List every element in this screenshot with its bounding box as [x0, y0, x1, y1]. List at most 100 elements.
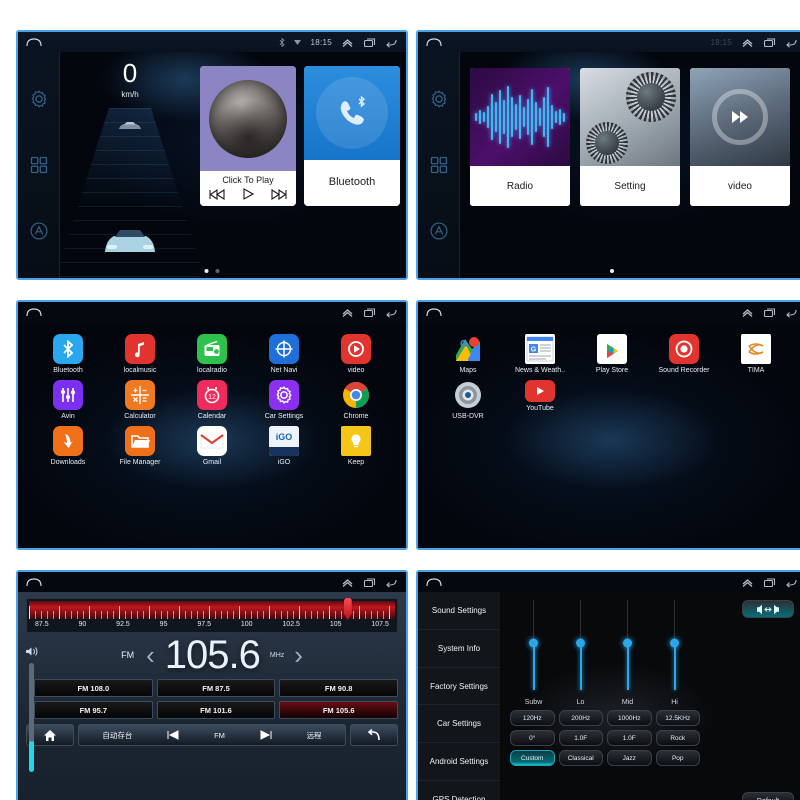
- eq-slider-lo[interactable]: Lo: [557, 600, 604, 708]
- back-icon[interactable]: [385, 577, 398, 588]
- app-avin[interactable]: Avin: [32, 380, 104, 420]
- eq-button-1000hz[interactable]: 1000Hz: [607, 710, 652, 726]
- sidebar-item-gps-detection[interactable]: GPS Detection: [418, 781, 500, 800]
- back-button[interactable]: [350, 724, 398, 746]
- home-icon[interactable]: [26, 577, 42, 587]
- remote-button[interactable]: 远程: [307, 730, 322, 741]
- sidebar-item-android-settings[interactable]: Android Settings: [418, 743, 500, 782]
- gear-icon[interactable]: [429, 89, 449, 109]
- recents-icon[interactable]: [363, 307, 376, 318]
- app-tima[interactable]: TIMA: [720, 334, 792, 374]
- apps-grid-icon[interactable]: [429, 155, 449, 175]
- tuner-bar[interactable]: [29, 598, 395, 620]
- next-icon[interactable]: [271, 188, 287, 200]
- app-sound-recorder[interactable]: Sound Recorder: [648, 334, 720, 374]
- chevron-up-icon[interactable]: [741, 37, 754, 48]
- tile-setting[interactable]: Setting: [580, 68, 680, 206]
- chevron-up-icon[interactable]: [341, 577, 354, 588]
- app-keep[interactable]: Keep: [320, 426, 392, 466]
- slider-knob[interactable]: [670, 638, 679, 648]
- volume-control[interactable]: [24, 646, 38, 772]
- home-icon[interactable]: [426, 37, 442, 47]
- preset-button[interactable]: FM 95.7: [34, 701, 153, 719]
- page-dot[interactable]: [204, 269, 209, 273]
- home-icon[interactable]: [26, 37, 42, 47]
- gear-icon[interactable]: [29, 89, 49, 109]
- preset-button[interactable]: FM 87.5: [156, 679, 276, 697]
- app-usb-dvr[interactable]: USB-DVR: [432, 380, 504, 420]
- recents-icon[interactable]: [763, 577, 776, 588]
- app-localradio[interactable]: localradio: [176, 334, 248, 374]
- apps-grid-icon[interactable]: [29, 155, 49, 175]
- eq-button-12-5khz[interactable]: 12.5KHz: [655, 710, 700, 726]
- preset-button[interactable]: FM 108.0: [34, 679, 153, 697]
- page-dot[interactable]: [610, 269, 614, 273]
- chevron-up-icon[interactable]: [741, 577, 754, 588]
- android-circle-icon[interactable]: [429, 221, 449, 241]
- eq-slider-hi[interactable]: Hi: [651, 600, 698, 708]
- eq-button-custom[interactable]: Custom: [510, 750, 555, 766]
- balance-button[interactable]: [742, 600, 794, 618]
- app-news-weather[interactable]: G News & Weath..: [504, 334, 576, 374]
- volume-icon[interactable]: [25, 646, 38, 657]
- recents-icon[interactable]: [763, 307, 776, 318]
- freq-up-button[interactable]: ›: [294, 640, 303, 671]
- eq-button-classical[interactable]: Classical: [558, 750, 603, 766]
- back-icon[interactable]: [385, 37, 398, 48]
- tile-radio[interactable]: Radio: [470, 68, 570, 206]
- chevron-up-icon[interactable]: [741, 307, 754, 318]
- prev-icon[interactable]: [209, 188, 225, 200]
- bluetooth-card[interactable]: Bluetooth: [304, 66, 400, 206]
- eq-button-1-0f-a[interactable]: 1.0F: [558, 730, 603, 746]
- slider-knob[interactable]: [576, 638, 585, 648]
- preset-button[interactable]: FM 90.8: [279, 679, 398, 697]
- app-net-navi[interactable]: Net Navi: [248, 334, 320, 374]
- app-calendar[interactable]: 12 Calendar: [176, 380, 248, 420]
- slider-knob[interactable]: [623, 638, 632, 648]
- eq-button-200hz[interactable]: 200Hz: [558, 710, 603, 726]
- app-maps[interactable]: G Maps: [432, 334, 504, 374]
- speedometer-widget[interactable]: 0 km/h: [60, 52, 200, 278]
- next-track-icon[interactable]: [260, 730, 272, 740]
- home-icon[interactable]: [426, 307, 442, 317]
- eq-slider-mid[interactable]: Mid: [604, 600, 651, 708]
- app-bluetooth[interactable]: Bluetooth: [32, 334, 104, 374]
- android-circle-icon[interactable]: [29, 221, 49, 241]
- app-youtube[interactable]: YouTube: [504, 380, 576, 420]
- slider-knob[interactable]: [529, 638, 538, 648]
- page-dot[interactable]: [215, 269, 220, 273]
- eq-button-120hz[interactable]: 120Hz: [510, 710, 555, 726]
- eq-slider-subw[interactable]: Subw: [510, 600, 557, 708]
- sidebar-item-sound-settings[interactable]: Sound Settings: [418, 592, 500, 630]
- sidebar-item-car-settings[interactable]: Car Settings: [418, 705, 500, 744]
- sidebar-item-factory-settings[interactable]: Factory Settings: [418, 668, 500, 706]
- app-localmusic[interactable]: localmusic: [104, 334, 176, 374]
- default-button[interactable]: Default: [742, 792, 794, 800]
- app-video[interactable]: video: [320, 334, 392, 374]
- frequency-tuner[interactable]: 87.5 90 92.5 95 97.5 100 102.5 105 107.5: [26, 598, 398, 633]
- chevron-up-icon[interactable]: [341, 37, 354, 48]
- recents-icon[interactable]: [763, 37, 776, 48]
- chevron-up-icon[interactable]: [341, 307, 354, 318]
- app-igo[interactable]: iGO iGO: [248, 426, 320, 466]
- preset-button-active[interactable]: FM 105.6: [279, 701, 398, 719]
- tile-video[interactable]: video: [690, 68, 790, 206]
- eq-button-rock[interactable]: Rock: [655, 730, 700, 746]
- app-file-manager[interactable]: File Manager: [104, 426, 176, 466]
- app-chrome[interactable]: Chrome: [320, 380, 392, 420]
- band-button[interactable]: FM: [214, 731, 225, 740]
- home-icon[interactable]: [426, 577, 442, 587]
- eq-button-0deg[interactable]: 0°: [510, 730, 555, 746]
- back-icon[interactable]: [785, 577, 798, 588]
- autostore-button[interactable]: 自动存台: [102, 730, 132, 741]
- app-car-settings[interactable]: Car Settings: [248, 380, 320, 420]
- eq-button-pop[interactable]: Pop: [655, 750, 700, 766]
- sidebar-item-system-info[interactable]: System Info: [418, 630, 500, 668]
- back-icon[interactable]: [785, 307, 798, 318]
- app-downloads[interactable]: Downloads: [32, 426, 104, 466]
- freq-down-button[interactable]: ‹: [146, 640, 155, 671]
- play-icon[interactable]: [242, 188, 254, 200]
- recents-icon[interactable]: [363, 577, 376, 588]
- media-card[interactable]: Click To Play: [200, 66, 296, 206]
- back-icon[interactable]: [385, 307, 398, 318]
